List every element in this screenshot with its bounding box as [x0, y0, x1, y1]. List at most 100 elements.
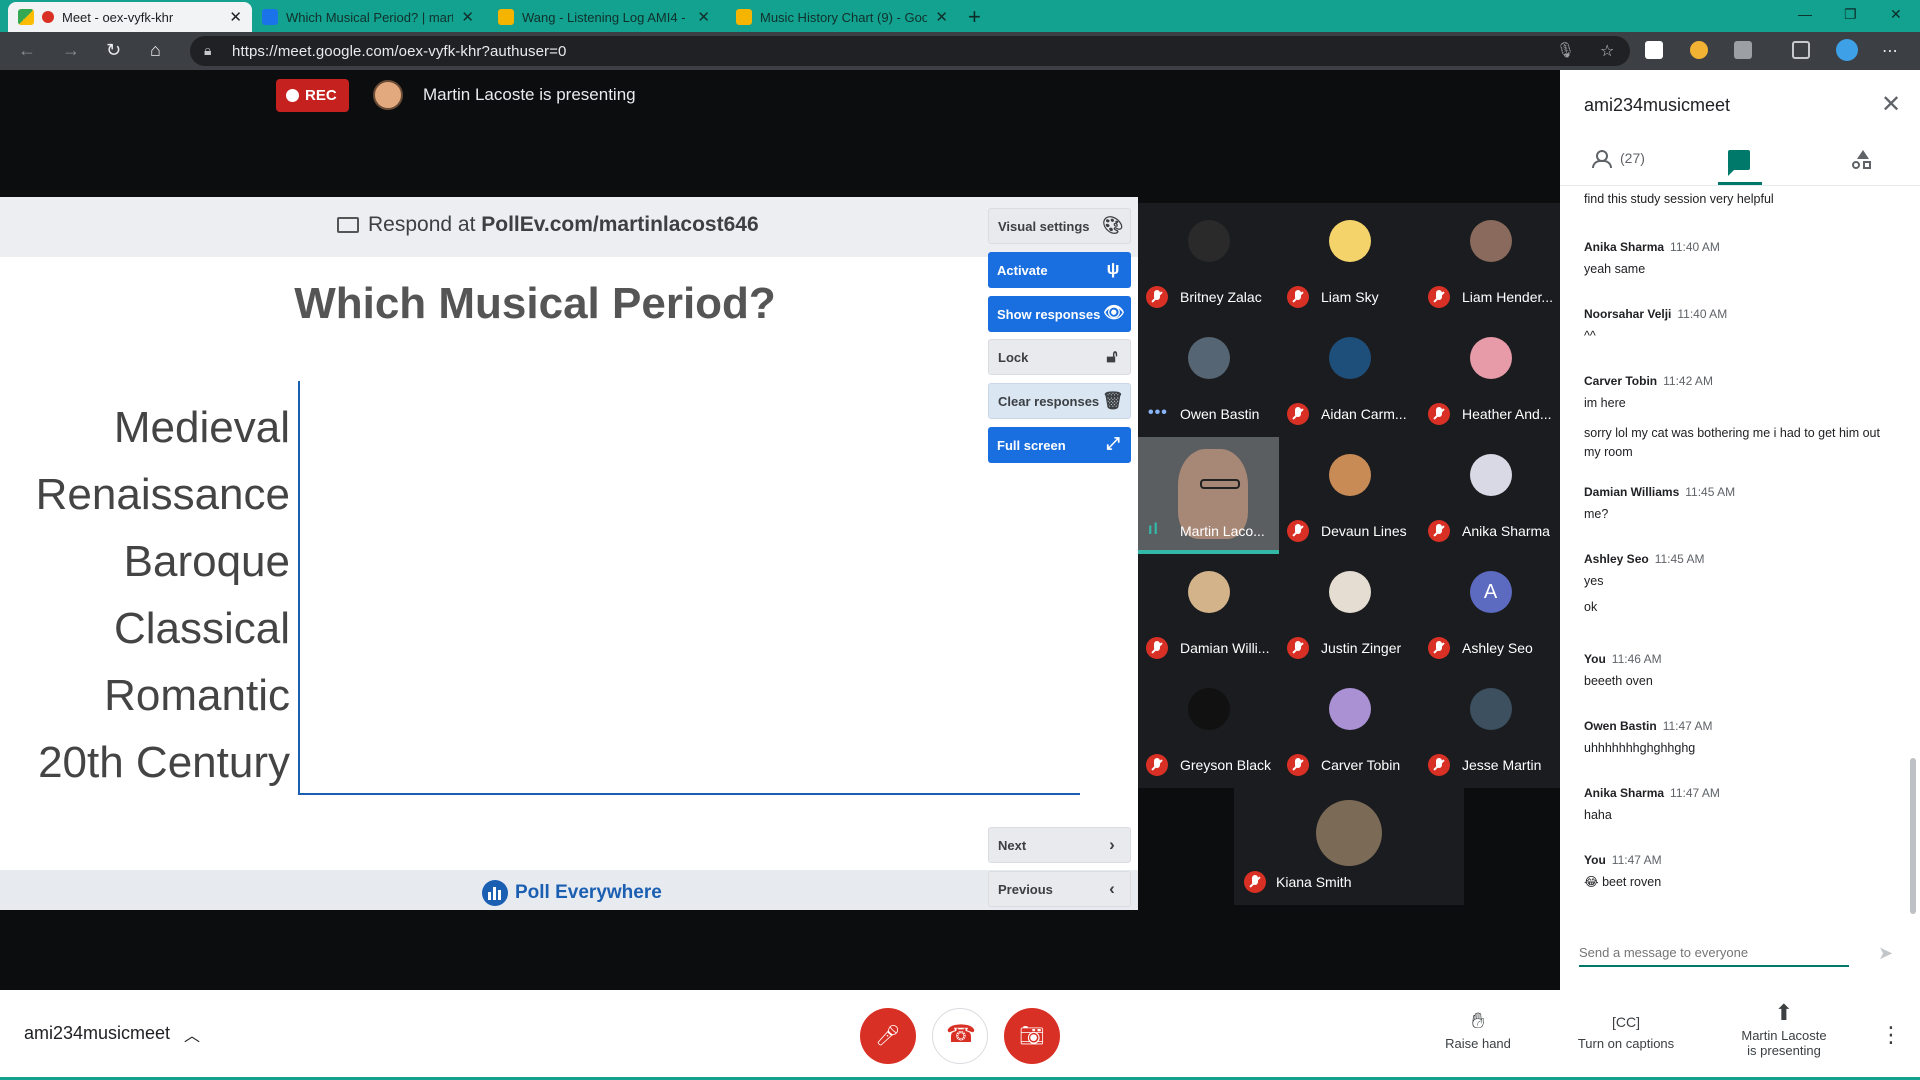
participant-name: Greyson Black: [1180, 757, 1272, 773]
collections-icon[interactable]: [1792, 41, 1810, 59]
captions-button[interactable]: [CC] Turn on captions: [1568, 1008, 1684, 1051]
tab-label: Wang - Listening Log AMI4 - Go: [522, 9, 690, 25]
sender-name: Noorsahar Velji: [1584, 307, 1672, 321]
extension-play-icon[interactable]: [1645, 41, 1663, 59]
participant-tile[interactable]: Anika Sharma: [1420, 437, 1561, 554]
recording-icon: [42, 11, 54, 23]
tab-poll[interactable]: Which Musical Period? | martinla ✕: [252, 2, 484, 32]
meeting-details-button[interactable]: ami234musicmeet: [24, 1023, 170, 1044]
presenting-button[interactable]: ⬆︎ Martin Lacoste is presenting: [1734, 1000, 1834, 1058]
participant-tile[interactable]: Kiana Smith: [1234, 788, 1464, 905]
tab-people[interactable]: (27): [1592, 150, 1645, 168]
avatar: [1328, 688, 1371, 730]
sender-name: Anika Sharma: [1584, 786, 1665, 800]
chat-input[interactable]: [1579, 941, 1849, 963]
participant-tile[interactable]: Jesse Martin: [1420, 671, 1561, 788]
category-label: Classical: [113, 604, 290, 653]
participant-tile[interactable]: Heather And...: [1420, 320, 1561, 437]
participant-tile[interactable]: Liam Hender...: [1420, 203, 1561, 320]
microphone-toggle-button[interactable]: 🎤︎: [860, 1008, 916, 1064]
chat-message: sorry lol my cat was bothering me i had …: [1584, 424, 1884, 462]
close-tab-icon[interactable]: ✕: [697, 8, 710, 26]
participant-tile[interactable]: Damian Willi...: [1138, 554, 1279, 671]
chat-message: Owen Bastin 11:47 AM uhhhhhhhghghhghg: [1584, 719, 1884, 758]
forward-icon[interactable]: →: [62, 40, 80, 61]
message-sender: Anika Sharma 11:40 AM: [1584, 240, 1884, 254]
next-button[interactable]: Next ›: [988, 827, 1131, 863]
category-label: Renaissance: [35, 470, 290, 519]
button-label: Previous: [998, 881, 1053, 897]
full-screen-button[interactable]: Full screen ⤢: [988, 427, 1131, 463]
chat-message: Anika Sharma 11:47 AM haha: [1584, 786, 1884, 825]
chat-message: ok: [1584, 598, 1884, 617]
home-icon[interactable]: ⌂: [150, 40, 161, 61]
message-sender: Ashley Seo 11:45 AM: [1584, 552, 1884, 566]
chevron-up-icon[interactable]: ︿: [184, 1022, 200, 1046]
message-sender: Anika Sharma 11:47 AM: [1584, 786, 1884, 800]
button-label: is presenting: [1747, 1043, 1821, 1058]
profile-avatar[interactable]: [1836, 39, 1858, 61]
chat-icon[interactable]: [1728, 150, 1750, 176]
extension-icon[interactable]: [1690, 41, 1708, 59]
people-icon: [1592, 150, 1614, 168]
participant-tile[interactable]: ••• Owen Bastin: [1138, 320, 1279, 437]
participant-tile[interactable]: Devaun Lines: [1279, 437, 1420, 554]
lock-icon[interactable]: 🔒︎: [204, 42, 211, 59]
tab-meet[interactable]: Meet - oex-vyfk-khr ✕: [8, 2, 252, 32]
tab-listening-log[interactable]: Wang - Listening Log AMI4 - Go ✕: [488, 2, 720, 32]
panel-title: ami234musicmeet: [1584, 95, 1731, 115]
url-text[interactable]: https://meet.google.com/oex-vyfk-khr?aut…: [232, 43, 566, 60]
activities-icon[interactable]: [1852, 150, 1872, 170]
extension-icon[interactable]: [1734, 41, 1752, 59]
participant-tile[interactable]: Carver Tobin: [1279, 671, 1420, 788]
previous-button[interactable]: Previous ‹: [988, 871, 1131, 907]
message-time: 11:40 AM: [1677, 307, 1728, 321]
close-tab-icon[interactable]: ✕: [229, 8, 242, 26]
close-tab-icon[interactable]: ✕: [935, 8, 948, 26]
lock-button[interactable]: Lock 🔓︎: [988, 339, 1131, 375]
activate-button[interactable]: Activate ψ: [988, 252, 1131, 288]
participant-tile[interactable]: Justin Zinger: [1279, 554, 1420, 671]
message-sender: Owen Bastin 11:47 AM: [1584, 719, 1884, 733]
visual-settings-button[interactable]: Visual settings 🎨︎: [988, 208, 1131, 244]
participant-tile[interactable]: ıl Martin Laco...: [1138, 437, 1279, 554]
more-options-icon[interactable]: ⋮: [1880, 1022, 1902, 1048]
people-count: (27): [1620, 150, 1645, 166]
trash-icon: 🗑︎: [1102, 391, 1124, 410]
minimize-icon[interactable]: —: [1798, 6, 1812, 22]
avatar: [1328, 220, 1371, 262]
chat-scrollbar[interactable]: [1910, 758, 1916, 914]
close-icon[interactable]: ✕: [1881, 90, 1901, 119]
back-icon[interactable]: ←: [18, 40, 36, 61]
participant-name: Owen Bastin: [1180, 406, 1260, 422]
camera-toggle-button[interactable]: 📷︎: [1004, 1008, 1060, 1064]
message-text: uhhhhhhhghghhghg: [1584, 741, 1696, 755]
participant-tile[interactable]: Aidan Carm...: [1279, 320, 1420, 437]
participant-tile[interactable]: Greyson Black: [1138, 671, 1279, 788]
clear-responses-button[interactable]: Clear responses 🗑︎: [988, 383, 1131, 419]
activate-icon: ψ: [1106, 259, 1120, 278]
participant-tile[interactable]: A Ashley Seo: [1420, 554, 1561, 671]
participant-tile[interactable]: Liam Sky: [1279, 203, 1420, 320]
message-sender: Carver Tobin 11:42 AM: [1584, 374, 1884, 388]
restore-icon[interactable]: ❐: [1844, 6, 1857, 23]
close-window-icon[interactable]: ✕: [1890, 6, 1902, 23]
chat-message: You 11:46 AM beeeth oven: [1584, 652, 1884, 691]
favorites-icon[interactable]: ☆: [1600, 41, 1618, 60]
send-icon[interactable]: ➤: [1878, 943, 1893, 964]
button-label: Lock: [998, 349, 1029, 365]
close-tab-icon[interactable]: ✕: [461, 8, 474, 26]
mic-muted-icon: [1428, 754, 1450, 776]
tab-music-history[interactable]: Music History Chart (9) - Google ✕: [726, 2, 958, 32]
participant-tile[interactable]: Britney Zalac: [1138, 203, 1279, 320]
more-icon[interactable]: ⋯: [1882, 41, 1900, 60]
show-responses-button[interactable]: Show responses 👁︎: [988, 296, 1131, 332]
leave-call-button[interactable]: ☎︎: [932, 1008, 988, 1064]
microphone-icon[interactable]: 🎙︎: [1556, 41, 1575, 59]
raise-hand-button[interactable]: ✋︎ Raise hand: [1438, 1008, 1518, 1051]
poll-question: Which Musical Period?: [0, 279, 1138, 329]
chevron-left-icon: ‹: [1109, 879, 1115, 898]
new-tab-icon[interactable]: +: [968, 4, 981, 30]
category-label: Romantic: [104, 671, 290, 720]
reload-icon[interactable]: ↻: [106, 40, 121, 61]
